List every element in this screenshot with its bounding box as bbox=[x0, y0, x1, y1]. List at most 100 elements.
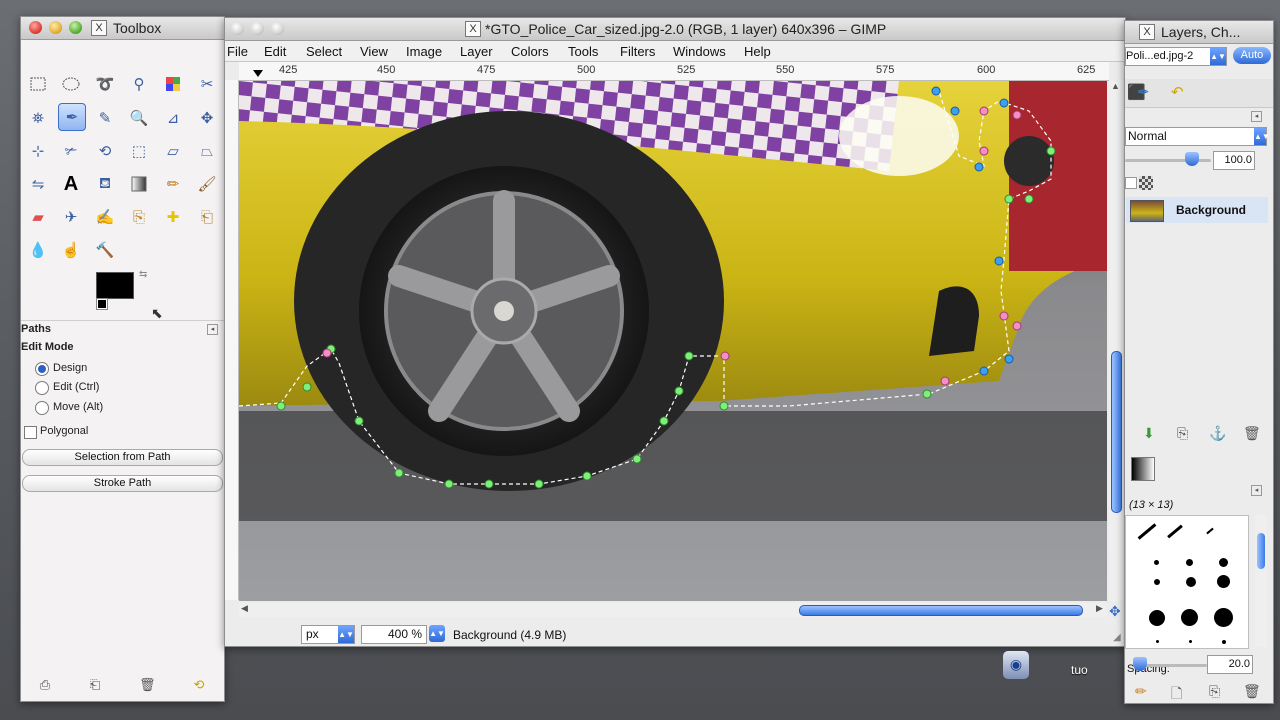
measure-icon[interactable]: ⊿ bbox=[160, 105, 186, 131]
brush-item[interactable] bbox=[1186, 559, 1193, 566]
vertical-ruler[interactable] bbox=[225, 80, 239, 600]
menu-help[interactable]: Help bbox=[744, 44, 771, 59]
tab-undo-icon[interactable]: ↶ bbox=[1171, 83, 1184, 101]
stroke-path-button[interactable]: Stroke Path bbox=[22, 475, 223, 492]
layer-mode-select[interactable]: Normal ▲▼ bbox=[1125, 127, 1270, 146]
brush-item[interactable] bbox=[1217, 575, 1230, 588]
move-icon[interactable]: ✥ bbox=[194, 105, 220, 131]
brush-item[interactable] bbox=[1167, 524, 1183, 539]
brush-item[interactable] bbox=[1149, 610, 1165, 626]
zoom-field[interactable]: 400 % bbox=[361, 625, 427, 644]
rotate-icon[interactable]: ⟲ bbox=[92, 138, 118, 164]
opacity-field[interactable]: 100.0 bbox=[1213, 151, 1255, 170]
minimize-button[interactable] bbox=[49, 21, 62, 34]
foreground-color-swatch[interactable] bbox=[96, 272, 134, 299]
layer-row[interactable]: Background bbox=[1126, 197, 1268, 223]
menu-tools[interactable]: Tools bbox=[568, 44, 598, 59]
perspective-clone-icon[interactable]: ⎗ bbox=[194, 204, 220, 230]
tab-paths-icon[interactable]: ✒ bbox=[1137, 83, 1150, 101]
panel-menu-icon[interactable]: ◂ bbox=[1251, 111, 1262, 122]
default-colors-icon[interactable] bbox=[96, 298, 108, 310]
quicktime-icon[interactable]: ◉ bbox=[1003, 651, 1029, 679]
panel-menu-icon[interactable]: ◂ bbox=[1251, 485, 1262, 496]
selection-from-path-button[interactable]: Selection from Path bbox=[22, 449, 223, 466]
menu-layer[interactable]: Layer bbox=[460, 44, 493, 59]
brush-item[interactable] bbox=[1214, 608, 1233, 627]
unit-select[interactable]: px ▲▼ bbox=[301, 625, 355, 644]
brush-item[interactable] bbox=[1137, 523, 1157, 540]
zoom-button[interactable] bbox=[271, 22, 284, 35]
scroll-right-icon[interactable]: ▶ bbox=[1096, 603, 1103, 614]
move-mode-radio[interactable] bbox=[35, 401, 49, 415]
image-titlebar[interactable]: X *GTO_Police_Car_sized.jpg-2.0 (RGB, 1 … bbox=[225, 18, 1125, 41]
panel-menu-icon[interactable]: ◂ bbox=[207, 324, 218, 335]
horizontal-scroll-thumb[interactable] bbox=[799, 605, 1083, 616]
zoom-button[interactable] bbox=[69, 21, 82, 34]
edit-brush-icon[interactable]: ✏ bbox=[1135, 683, 1147, 700]
text-tool-icon[interactable]: A bbox=[58, 171, 84, 197]
lock-alpha-icon[interactable] bbox=[1139, 176, 1153, 190]
bucket-fill-icon[interactable]: ⛾ bbox=[92, 171, 118, 197]
brush-item[interactable] bbox=[1189, 640, 1192, 643]
menu-file[interactable]: File bbox=[227, 44, 248, 59]
horizontal-scrollbar[interactable]: ◀ ▶ bbox=[239, 603, 1107, 617]
brush-preview[interactable] bbox=[1131, 457, 1155, 481]
vertical-scroll-thumb[interactable] bbox=[1111, 351, 1122, 513]
restore-options-icon[interactable]: ⎗ bbox=[87, 677, 103, 693]
image-select[interactable]: Poli...ed.jpg-2 ▲▼ bbox=[1125, 47, 1227, 66]
ellipse-select-icon[interactable] bbox=[58, 71, 84, 97]
menu-filters[interactable]: Filters bbox=[620, 44, 655, 59]
menu-image[interactable]: Image bbox=[406, 44, 442, 59]
brush-scroll-thumb[interactable] bbox=[1257, 533, 1265, 569]
crop-icon[interactable]: ✃ bbox=[58, 138, 84, 164]
ink-icon[interactable]: ✍ bbox=[92, 204, 118, 230]
dodge-burn-icon[interactable]: 🔨 bbox=[92, 237, 118, 263]
scale-icon[interactable]: ⬚ bbox=[126, 138, 152, 164]
resize-grip-icon[interactable]: ◢ bbox=[1113, 632, 1121, 643]
brush-item[interactable] bbox=[1219, 558, 1228, 567]
delete-options-icon[interactable]: 🗑 bbox=[139, 677, 156, 693]
paintbrush-icon[interactable]: 🖌 bbox=[194, 171, 220, 197]
opacity-slider-thumb[interactable] bbox=[1185, 152, 1199, 166]
scroll-left-icon[interactable]: ◀ bbox=[241, 603, 248, 614]
auto-button[interactable]: Auto bbox=[1233, 47, 1271, 64]
lock-checkbox[interactable] bbox=[1125, 177, 1137, 189]
color-picker-icon[interactable]: ✎ bbox=[92, 105, 118, 131]
paths-tool-icon[interactable]: ✒ bbox=[58, 103, 86, 131]
blur-icon[interactable]: 💧 bbox=[25, 237, 51, 263]
scissors-icon[interactable]: ✂ bbox=[194, 71, 220, 97]
brush-grid[interactable] bbox=[1125, 515, 1249, 649]
design-mode-radio[interactable] bbox=[35, 362, 49, 376]
perspective-icon[interactable]: ⏢ bbox=[194, 138, 220, 164]
new-brush-icon[interactable]: 🗋 bbox=[1171, 683, 1182, 707]
fuzzy-select-icon[interactable]: ⚲ bbox=[126, 71, 152, 97]
clone-icon[interactable]: ⎘ bbox=[126, 204, 152, 230]
close-button[interactable] bbox=[231, 22, 244, 35]
navigate-icon[interactable]: ✥ bbox=[1109, 603, 1121, 620]
swap-colors-icon[interactable]: ⇆ bbox=[139, 269, 147, 280]
heal-icon[interactable]: ✚ bbox=[160, 204, 186, 230]
edit-mode-radio[interactable] bbox=[35, 381, 49, 395]
delete-brush-icon[interactable]: 🗑 bbox=[1243, 683, 1261, 700]
menu-colors[interactable]: Colors bbox=[511, 44, 549, 59]
polygonal-checkbox[interactable] bbox=[24, 426, 37, 439]
brush-scrollbar[interactable] bbox=[1255, 515, 1267, 647]
pencil-icon[interactable]: ✏ bbox=[160, 171, 186, 197]
blend-icon[interactable] bbox=[126, 171, 152, 197]
duplicate-layer-icon[interactable]: ⎘ bbox=[1177, 425, 1188, 442]
zoom-icon[interactable]: 🔍 bbox=[126, 105, 152, 131]
layers-titlebar[interactable]: X Layers, Ch... bbox=[1125, 21, 1273, 44]
scroll-up-icon[interactable]: ▲ bbox=[1111, 81, 1120, 91]
menu-edit[interactable]: Edit bbox=[264, 44, 286, 59]
anchor-layer-icon[interactable]: ⚓ bbox=[1209, 425, 1226, 442]
menu-view[interactable]: View bbox=[360, 44, 388, 59]
brush-item[interactable] bbox=[1186, 577, 1196, 587]
free-select-icon[interactable]: ➰ bbox=[92, 71, 118, 97]
rect-select-icon[interactable] bbox=[25, 71, 51, 97]
airbrush-icon[interactable]: ✈ bbox=[58, 204, 84, 230]
foreground-select-icon[interactable]: ⛯ bbox=[25, 105, 51, 131]
duplicate-brush-icon[interactable]: ⎘ bbox=[1209, 683, 1220, 700]
vertical-scrollbar[interactable]: ▲ bbox=[1109, 81, 1123, 601]
smudge-icon[interactable]: ☝ bbox=[58, 237, 84, 263]
brush-item[interactable] bbox=[1154, 579, 1160, 585]
